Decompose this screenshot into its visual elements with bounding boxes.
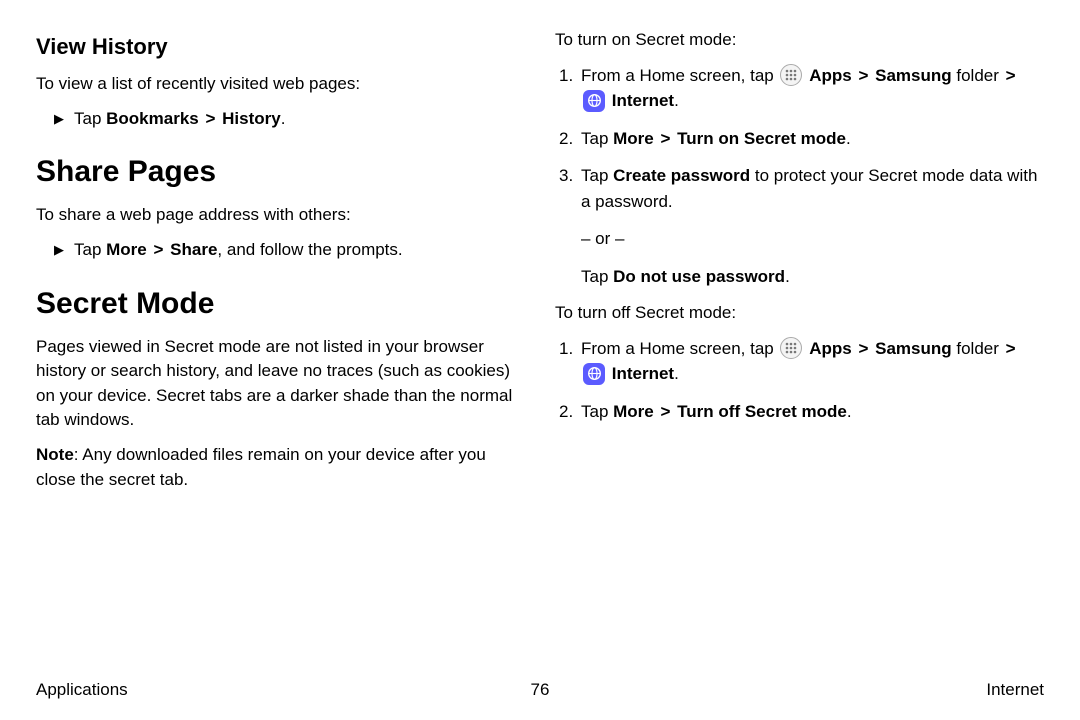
text: folder — [952, 339, 1004, 358]
on-step-2: 2. Tap More > Turn on Secret mode. — [555, 126, 1044, 152]
turn-on-intro: To turn on Secret mode: — [555, 28, 1044, 53]
heading-secret-mode: Secret Mode — [36, 287, 525, 321]
bold-text: Internet — [612, 91, 674, 110]
alt-step: Tap Do not use password. — [555, 264, 1044, 290]
bold-text: Apps — [809, 339, 852, 358]
separator-icon: > — [659, 129, 673, 148]
page-footer: Applications 76 Internet — [36, 680, 1044, 700]
text: Tap — [581, 166, 613, 185]
step-number: 1. — [559, 63, 581, 89]
play-icon: ▶ — [54, 110, 64, 129]
bold-text: Share — [170, 240, 217, 259]
bold-text: Turn on Secret mode — [677, 129, 846, 148]
share-pages-intro: To share a web page address with others: — [36, 203, 525, 228]
step-text: Tap More > Turn on Secret mode. — [581, 126, 1044, 152]
text: , and follow the prompts. — [217, 240, 402, 259]
share-pages-step: ▶ Tap More > Share, and follow the promp… — [36, 238, 525, 263]
heading-view-history: View History — [36, 34, 525, 60]
step-number: 2. — [559, 399, 581, 425]
secret-mode-note: Note: Any downloaded files remain on you… — [36, 443, 525, 492]
text: From a Home screen, tap — [581, 339, 778, 358]
view-history-step: ▶ Tap Bookmarks > History. — [36, 107, 525, 132]
step-text: Tap Bookmarks > History. — [74, 107, 285, 132]
bold-text: More — [613, 402, 654, 421]
bold-text: Do not use password — [613, 267, 785, 286]
step-text: Tap More > Share, and follow the prompts… — [74, 238, 403, 263]
view-history-intro: To view a list of recently visited web p… — [36, 72, 525, 97]
footer-page-number: 76 — [531, 680, 550, 700]
bold-text: More — [106, 240, 147, 259]
separator-icon: > — [856, 66, 870, 85]
secret-mode-para: Pages viewed in Secret mode are not list… — [36, 335, 525, 434]
text: . — [674, 364, 679, 383]
apps-icon — [780, 64, 802, 86]
apps-icon — [780, 337, 802, 359]
text: . — [785, 267, 790, 286]
text: Tap — [74, 240, 106, 259]
right-column: To turn on Secret mode: 1. From a Home s… — [555, 28, 1044, 502]
bold-text: Bookmarks — [106, 109, 199, 128]
step-text: From a Home screen, tap Apps > Samsung f… — [581, 336, 1044, 387]
or-separator: – or – — [555, 226, 1044, 252]
separator-icon: > — [152, 240, 166, 259]
manual-page: View History To view a list of recently … — [0, 0, 1080, 502]
bold-text: Apps — [809, 66, 852, 85]
step-number: 2. — [559, 126, 581, 152]
text: . — [674, 91, 679, 110]
heading-share-pages: Share Pages — [36, 155, 525, 189]
bold-text: Samsung — [875, 66, 952, 85]
text: . — [846, 129, 851, 148]
text: Tap — [74, 109, 106, 128]
text: From a Home screen, tap — [581, 66, 778, 85]
text: Tap — [581, 402, 613, 421]
separator-icon: > — [1004, 66, 1018, 85]
step-number: 1. — [559, 336, 581, 362]
separator-icon: > — [203, 109, 217, 128]
note-body: : Any downloaded files remain on your de… — [36, 445, 486, 489]
step-text: Tap More > Turn off Secret mode. — [581, 399, 1044, 425]
turn-off-intro: To turn off Secret mode: — [555, 301, 1044, 326]
on-step-3: 3. Tap Create password to protect your S… — [555, 163, 1044, 214]
footer-section: Applications — [36, 680, 128, 700]
bold-text: Internet — [612, 364, 674, 383]
footer-topic: Internet — [986, 680, 1044, 700]
bold-text: Samsung — [875, 339, 952, 358]
text: . — [847, 402, 852, 421]
left-column: View History To view a list of recently … — [36, 28, 525, 502]
separator-icon: > — [856, 339, 870, 358]
bold-text: Turn off Secret mode — [677, 402, 847, 421]
bold-text: More — [613, 129, 654, 148]
off-step-2: 2. Tap More > Turn off Secret mode. — [555, 399, 1044, 425]
text: . — [281, 109, 286, 128]
bold-text: History — [222, 109, 281, 128]
text: Tap — [581, 129, 613, 148]
off-step-1: 1. From a Home screen, tap Apps > Samsun… — [555, 336, 1044, 387]
on-step-1: 1. From a Home screen, tap Apps > Samsun… — [555, 63, 1044, 114]
separator-icon: > — [1004, 339, 1018, 358]
step-number: 3. — [559, 163, 581, 189]
internet-icon — [583, 363, 605, 385]
step-text: Tap Create password to protect your Secr… — [581, 163, 1044, 214]
play-icon: ▶ — [54, 241, 64, 260]
separator-icon: > — [659, 402, 673, 421]
note-label: Note — [36, 445, 74, 464]
text: Tap — [581, 267, 613, 286]
text: folder — [952, 66, 1004, 85]
bold-text: Create password — [613, 166, 750, 185]
step-text: From a Home screen, tap Apps > Samsung f… — [581, 63, 1044, 114]
internet-icon — [583, 90, 605, 112]
